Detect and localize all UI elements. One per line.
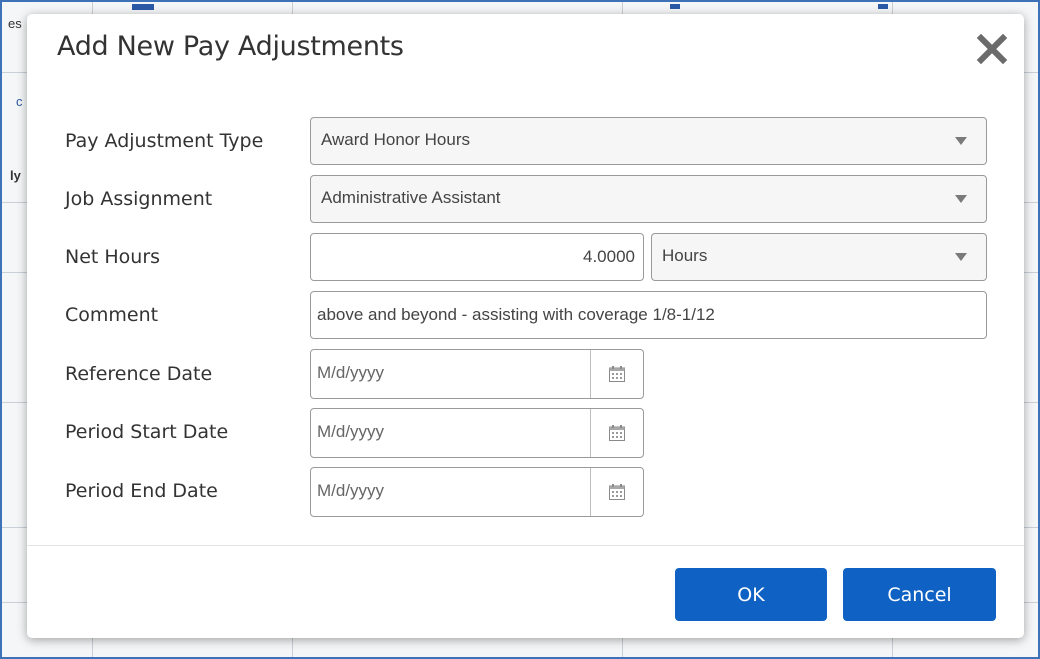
period-start-date-placeholder: M/d/yyyy [317, 422, 385, 441]
calendar-button[interactable] [590, 468, 643, 516]
close-button[interactable] [976, 33, 1008, 65]
reference-date-placeholder: M/d/yyyy [317, 363, 385, 382]
dialog-footer-divider [27, 545, 1024, 546]
background-text-fragment: es [8, 16, 22, 31]
period-end-date-label: Period End Date [65, 480, 218, 502]
background-icon [878, 4, 888, 9]
chevron-down-icon [955, 137, 967, 145]
period-end-date-placeholder: M/d/yyyy [317, 481, 385, 500]
job-assignment-label: Job Assignment [65, 188, 213, 210]
net-hours-unit-value: Hours [662, 246, 708, 265]
reference-date-picker[interactable]: M/d/yyyy [310, 349, 644, 399]
calendar-button[interactable] [590, 350, 643, 398]
calendar-icon [609, 484, 625, 500]
ok-button[interactable]: OK [675, 568, 827, 621]
calendar-icon [609, 425, 625, 441]
background-text-fragment: c [16, 94, 23, 109]
net-hours-label: Net Hours [65, 246, 161, 268]
chevron-down-icon [955, 195, 967, 203]
job-assignment-value: Administrative Assistant [321, 188, 501, 207]
background-icon [132, 4, 154, 10]
pay-adjustment-type-label: Pay Adjustment Type [65, 130, 264, 152]
period-start-date-picker[interactable]: M/d/yyyy [310, 408, 644, 458]
cancel-button[interactable]: Cancel [843, 568, 996, 621]
pay-adjustment-type-value: Award Honor Hours [321, 130, 470, 149]
dialog-title: Add New Pay Adjustments [57, 31, 404, 62]
comment-value: above and beyond - assisting with covera… [317, 305, 715, 324]
pay-adjustment-type-select[interactable]: Award Honor Hours [310, 117, 987, 165]
close-icon [976, 33, 1008, 65]
reference-date-label: Reference Date [65, 363, 213, 385]
period-end-date-picker[interactable]: M/d/yyyy [310, 467, 644, 517]
add-pay-adjustment-dialog: Add New Pay Adjustments Pay Adjustment T… [27, 14, 1024, 638]
chevron-down-icon [955, 253, 967, 261]
comment-input[interactable]: above and beyond - assisting with covera… [310, 291, 987, 339]
job-assignment-select[interactable]: Administrative Assistant [310, 175, 987, 223]
comment-label: Comment [65, 304, 159, 326]
calendar-button[interactable] [590, 409, 643, 457]
period-start-date-label: Period Start Date [65, 421, 229, 443]
background-icon [670, 4, 680, 9]
net-hours-value: 4.0000 [583, 247, 635, 266]
calendar-icon [609, 366, 625, 382]
net-hours-unit-select[interactable]: Hours [651, 233, 987, 281]
background-text-fragment: ly [10, 168, 21, 183]
net-hours-input[interactable]: 4.0000 [310, 233, 644, 281]
